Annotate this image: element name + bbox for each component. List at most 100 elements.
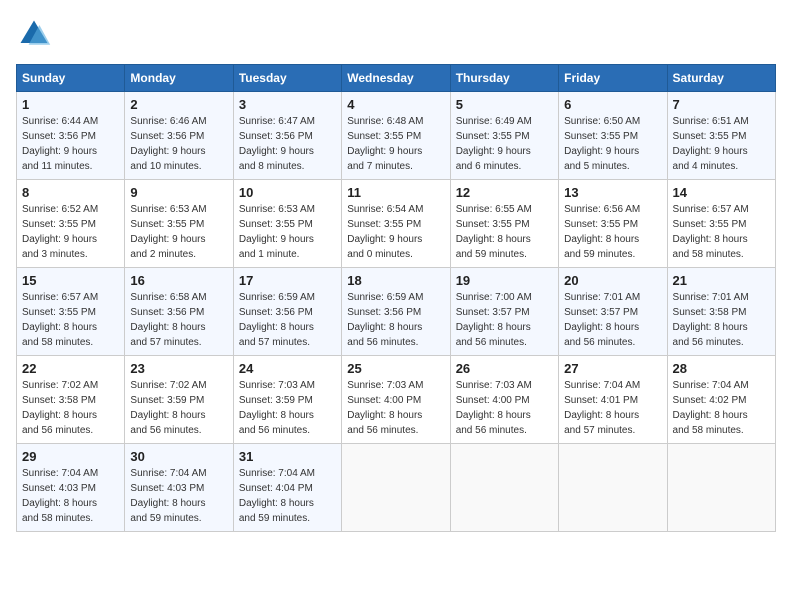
day-info: Sunrise: 7:04 AM Sunset: 4:03 PM Dayligh…	[130, 466, 227, 526]
day-number: 9	[130, 185, 227, 200]
day-number: 1	[22, 97, 119, 112]
calendar-week-row: 15Sunrise: 6:57 AM Sunset: 3:55 PM Dayli…	[17, 268, 776, 356]
day-number: 22	[22, 361, 119, 376]
day-info: Sunrise: 6:48 AM Sunset: 3:55 PM Dayligh…	[347, 114, 444, 174]
calendar-week-row: 8 Sunrise: 6:52 AM Sunset: 3:55 PM Daylig…	[17, 180, 776, 268]
empty-cell	[450, 444, 558, 532]
day-info: Sunrise: 6:55 AM Sunset: 3:55 PM Dayligh…	[456, 202, 553, 262]
empty-cell	[559, 444, 667, 532]
day-info: Sunrise: 6:57 AM Sunset: 3:55 PM Dayligh…	[673, 202, 770, 262]
column-header-wednesday: Wednesday	[342, 65, 450, 92]
day-info: Sunrise: 6:56 AM Sunset: 3:55 PM Dayligh…	[564, 202, 661, 262]
day-number: 8	[22, 185, 119, 200]
day-info: Sunrise: 6:44 AM Sunset: 3:56 PM Dayligh…	[22, 114, 119, 174]
day-number: 23	[130, 361, 227, 376]
calendar-day-cell: 6 Sunrise: 6:50 AM Sunset: 3:55 PM Daylig…	[559, 92, 667, 180]
day-info: Sunrise: 6:49 AM Sunset: 3:55 PM Dayligh…	[456, 114, 553, 174]
day-number: 25	[347, 361, 444, 376]
day-number: 4	[347, 97, 444, 112]
day-info: Sunrise: 6:53 AM Sunset: 3:55 PM Dayligh…	[130, 202, 227, 262]
day-info: Sunrise: 6:53 AM Sunset: 3:55 PM Dayligh…	[239, 202, 336, 262]
column-header-saturday: Saturday	[667, 65, 775, 92]
day-info: Sunrise: 7:03 AM Sunset: 4:00 PM Dayligh…	[347, 378, 444, 438]
calendar-day-cell: 2 Sunrise: 6:46 AM Sunset: 3:56 PM Daylig…	[125, 92, 233, 180]
calendar-day-cell: 15Sunrise: 6:57 AM Sunset: 3:55 PM Dayli…	[17, 268, 125, 356]
empty-cell	[342, 444, 450, 532]
calendar-day-cell: 14 Sunrise: 6:57 AM Sunset: 3:55 PM Dayli…	[667, 180, 775, 268]
calendar-table: SundayMondayTuesdayWednesdayThursdayFrid…	[16, 64, 776, 532]
calendar-day-cell: 10Sunrise: 6:53 AM Sunset: 3:55 PM Dayli…	[233, 180, 341, 268]
calendar-day-cell: 31 Sunrise: 7:04 AM Sunset: 4:04 PM Dayli…	[233, 444, 341, 532]
calendar-day-cell: 22 Sunrise: 7:02 AM Sunset: 3:58 PM Dayli…	[17, 356, 125, 444]
calendar-day-cell: 16 Sunrise: 6:58 AM Sunset: 3:56 PM Dayli…	[125, 268, 233, 356]
day-number: 19	[456, 273, 553, 288]
calendar-day-cell: 8 Sunrise: 6:52 AM Sunset: 3:55 PM Daylig…	[17, 180, 125, 268]
calendar-day-cell: 3 Sunrise: 6:47 AM Sunset: 3:56 PM Daylig…	[233, 92, 341, 180]
calendar-day-cell: 21 Sunrise: 7:01 AM Sunset: 3:58 PM Dayli…	[667, 268, 775, 356]
day-info: Sunrise: 6:47 AM Sunset: 3:56 PM Dayligh…	[239, 114, 336, 174]
calendar-day-cell: 5 Sunrise: 6:49 AM Sunset: 3:55 PM Daylig…	[450, 92, 558, 180]
calendar-week-row: 29Sunrise: 7:04 AM Sunset: 4:03 PM Dayli…	[17, 444, 776, 532]
day-number: 28	[673, 361, 770, 376]
column-header-friday: Friday	[559, 65, 667, 92]
day-number: 7	[673, 97, 770, 112]
day-info: Sunrise: 7:04 AM Sunset: 4:04 PM Dayligh…	[239, 466, 336, 526]
day-info: Sunrise: 6:46 AM Sunset: 3:56 PM Dayligh…	[130, 114, 227, 174]
calendar-day-cell: 29Sunrise: 7:04 AM Sunset: 4:03 PM Dayli…	[17, 444, 125, 532]
calendar-day-cell: 1 Sunrise: 6:44 AM Sunset: 3:56 PM Daylig…	[17, 92, 125, 180]
day-info: Sunrise: 7:01 AM Sunset: 3:58 PM Dayligh…	[673, 290, 770, 350]
day-number: 21	[673, 273, 770, 288]
column-header-tuesday: Tuesday	[233, 65, 341, 92]
logo-icon	[16, 16, 52, 52]
day-info: Sunrise: 7:04 AM Sunset: 4:01 PM Dayligh…	[564, 378, 661, 438]
day-info: Sunrise: 6:59 AM Sunset: 3:56 PM Dayligh…	[347, 290, 444, 350]
day-number: 17	[239, 273, 336, 288]
column-header-sunday: Sunday	[17, 65, 125, 92]
empty-cell	[667, 444, 775, 532]
day-number: 24	[239, 361, 336, 376]
calendar-day-cell: 17 Sunrise: 6:59 AM Sunset: 3:56 PM Dayli…	[233, 268, 341, 356]
day-info: Sunrise: 7:02 AM Sunset: 3:59 PM Dayligh…	[130, 378, 227, 438]
column-header-monday: Monday	[125, 65, 233, 92]
day-number: 26	[456, 361, 553, 376]
day-number: 14	[673, 185, 770, 200]
day-info: Sunrise: 6:51 AM Sunset: 3:55 PM Dayligh…	[673, 114, 770, 174]
day-number: 31	[239, 449, 336, 464]
day-info: Sunrise: 7:04 AM Sunset: 4:03 PM Dayligh…	[22, 466, 119, 526]
calendar-day-cell: 18 Sunrise: 6:59 AM Sunset: 3:56 PM Dayli…	[342, 268, 450, 356]
day-info: Sunrise: 6:59 AM Sunset: 3:56 PM Dayligh…	[239, 290, 336, 350]
day-number: 5	[456, 97, 553, 112]
day-info: Sunrise: 6:54 AM Sunset: 3:55 PM Dayligh…	[347, 202, 444, 262]
day-number: 18	[347, 273, 444, 288]
calendar-day-cell: 24 Sunrise: 7:03 AM Sunset: 3:59 PM Dayli…	[233, 356, 341, 444]
day-number: 27	[564, 361, 661, 376]
calendar-day-cell: 7 Sunrise: 6:51 AM Sunset: 3:55 PM Daylig…	[667, 92, 775, 180]
calendar-day-cell: 26 Sunrise: 7:03 AM Sunset: 4:00 PM Dayli…	[450, 356, 558, 444]
day-info: Sunrise: 6:52 AM Sunset: 3:55 PM Dayligh…	[22, 202, 119, 262]
day-number: 15	[22, 273, 119, 288]
day-info: Sunrise: 7:00 AM Sunset: 3:57 PM Dayligh…	[456, 290, 553, 350]
calendar-day-cell: 25 Sunrise: 7:03 AM Sunset: 4:00 PM Dayli…	[342, 356, 450, 444]
day-info: Sunrise: 7:04 AM Sunset: 4:02 PM Dayligh…	[673, 378, 770, 438]
day-number: 16	[130, 273, 227, 288]
calendar-day-cell: 4 Sunrise: 6:48 AM Sunset: 3:55 PM Daylig…	[342, 92, 450, 180]
calendar-day-cell: 20Sunrise: 7:01 AM Sunset: 3:57 PM Dayli…	[559, 268, 667, 356]
calendar-day-cell: 27 Sunrise: 7:04 AM Sunset: 4:01 PM Dayli…	[559, 356, 667, 444]
day-info: Sunrise: 7:03 AM Sunset: 4:00 PM Dayligh…	[456, 378, 553, 438]
day-number: 3	[239, 97, 336, 112]
day-info: Sunrise: 7:02 AM Sunset: 3:58 PM Dayligh…	[22, 378, 119, 438]
day-number: 2	[130, 97, 227, 112]
calendar-week-row: 22 Sunrise: 7:02 AM Sunset: 3:58 PM Dayli…	[17, 356, 776, 444]
day-info: Sunrise: 7:03 AM Sunset: 3:59 PM Dayligh…	[239, 378, 336, 438]
calendar-day-cell: 13 Sunrise: 6:56 AM Sunset: 3:55 PM Dayli…	[559, 180, 667, 268]
day-number: 6	[564, 97, 661, 112]
day-number: 30	[130, 449, 227, 464]
day-info: Sunrise: 6:50 AM Sunset: 3:55 PM Dayligh…	[564, 114, 661, 174]
day-number: 13	[564, 185, 661, 200]
calendar-day-cell: 19 Sunrise: 7:00 AM Sunset: 3:57 PM Dayli…	[450, 268, 558, 356]
calendar-week-row: 1 Sunrise: 6:44 AM Sunset: 3:56 PM Daylig…	[17, 92, 776, 180]
page-header	[16, 16, 776, 52]
day-info: Sunrise: 6:58 AM Sunset: 3:56 PM Dayligh…	[130, 290, 227, 350]
day-number: 11	[347, 185, 444, 200]
day-number: 12	[456, 185, 553, 200]
